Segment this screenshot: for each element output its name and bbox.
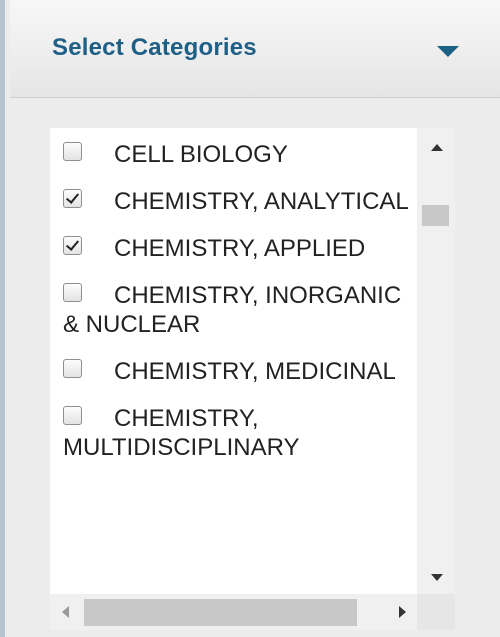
category-label: CHEMISTRY, ANALYTICAL	[114, 188, 409, 215]
scroll-right-icon[interactable]	[399, 606, 406, 618]
category-checkbox[interactable]	[63, 406, 82, 425]
category-checkbox[interactable]	[63, 359, 82, 378]
scroll-up-icon[interactable]	[431, 144, 443, 151]
scroll-left-icon[interactable]	[62, 606, 69, 618]
category-label: CHEMISTRY, INORGANIC & NUCLEAR	[63, 282, 402, 338]
list-item[interactable]: CHEMISTRY, APPLIED	[50, 234, 417, 263]
category-checkbox[interactable]	[63, 283, 82, 302]
panel-header[interactable]: Select Categories	[10, 0, 500, 98]
category-label: CHEMISTRY, MULTIDISCIPLINARY	[63, 405, 300, 461]
vertical-scroll-thumb[interactable]	[422, 205, 449, 226]
panel-title: Select Categories	[52, 34, 257, 61]
scrollbar-corner	[417, 594, 455, 630]
scroll-down-icon[interactable]	[431, 574, 443, 581]
category-checkbox[interactable]	[63, 189, 82, 208]
category-checkbox[interactable]	[63, 236, 82, 255]
horizontal-scroll-thumb[interactable]	[84, 599, 357, 626]
category-label: CHEMISTRY, MEDICINAL	[114, 358, 396, 385]
vertical-scrollbar[interactable]	[417, 128, 455, 594]
category-label: CHEMISTRY, APPLIED	[114, 235, 366, 262]
list-item[interactable]: CHEMISTRY, MEDICINAL	[50, 357, 417, 386]
category-checkbox[interactable]	[63, 142, 82, 161]
list-item[interactable]: CHEMISTRY, INORGANIC & NUCLEAR	[50, 281, 417, 339]
caret-down-icon[interactable]	[437, 46, 459, 57]
horizontal-scrollbar[interactable]	[50, 594, 417, 630]
list-item[interactable]: CHEMISTRY, ANALYTICAL	[50, 187, 417, 216]
category-panel: Select Categories CELL BIOLOGY CHEMISTRY…	[0, 0, 500, 637]
list-item[interactable]: CHEMISTRY, MULTIDISCIPLINARY	[50, 404, 417, 462]
category-list: CELL BIOLOGY CHEMISTRY, ANALYTICAL CHEMI…	[50, 128, 417, 594]
list-item[interactable]: CELL BIOLOGY	[50, 140, 417, 169]
category-label: CELL BIOLOGY	[114, 141, 288, 168]
